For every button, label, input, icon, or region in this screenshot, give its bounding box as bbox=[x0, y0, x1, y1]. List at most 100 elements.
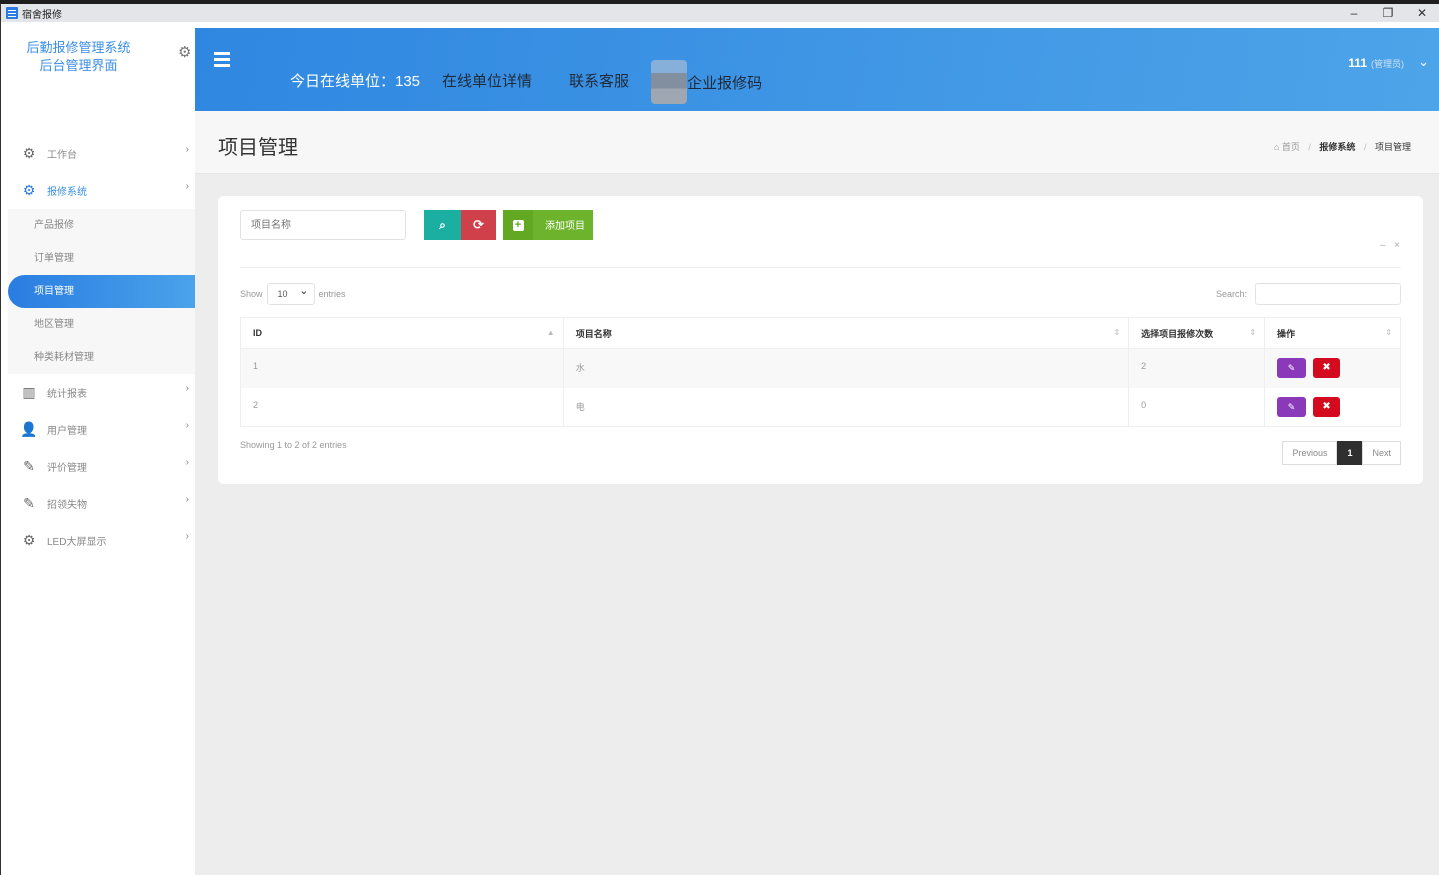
table-info: Showing 1 to 2 of 2 entries bbox=[240, 440, 347, 450]
app-window: 宿舍报修 – ❐ ✕ 后勤报修管理系统 后台管理界面 ⚙ ⚙ 工作台 › ⚙ 报… bbox=[0, 4, 1439, 875]
sidebar-item-repair-system[interactable]: ⚙ 报修系统 › bbox=[1, 172, 195, 209]
delete-button[interactable]: ✖ bbox=[1313, 396, 1341, 417]
minimize-button[interactable]: – bbox=[1337, 4, 1371, 22]
table-header-row: ID ▲ 项目名称 ⇕ 选择项目报修次数 ⇕ 操作 ⇕ bbox=[240, 317, 1401, 349]
refresh-button[interactable]: ⟳ bbox=[461, 210, 496, 240]
user-menu[interactable]: 111 (管理员) bbox=[1348, 56, 1404, 70]
main-content: ⌕ ⟳ + 添加项目 – × Show 10 entries Search: bbox=[195, 174, 1439, 875]
sort-icon: ⇕ bbox=[1385, 328, 1392, 337]
submenu-item-project-management[interactable]: 项目管理 bbox=[8, 275, 195, 308]
close-window-button[interactable]: ✕ bbox=[1405, 4, 1439, 22]
top-nav: 今日在线单位：135 在线单位详情 联系客服 企业报修码 bbox=[290, 56, 762, 104]
cell-actions: ✎ ✖ bbox=[1264, 387, 1401, 427]
sort-icon: ⇕ bbox=[1249, 328, 1257, 337]
table-search-input[interactable] bbox=[1255, 283, 1401, 305]
edit-button[interactable]: ✎ bbox=[1277, 358, 1307, 378]
settings-gear-icon[interactable]: ⚙ bbox=[178, 44, 191, 62]
breadcrumb-home[interactable]: 首页 bbox=[1282, 142, 1300, 152]
column-header-count[interactable]: 选择项目报修次数 ⇕ bbox=[1128, 317, 1266, 349]
sidebar-item-reviews[interactable]: ✎ 评价管理 › bbox=[1, 448, 195, 485]
add-project-button[interactable]: + 添加项目 bbox=[503, 210, 593, 240]
previous-page-button[interactable]: Previous bbox=[1282, 441, 1338, 465]
close-icon[interactable]: × bbox=[1394, 240, 1400, 251]
sidebar-submenu: 产品报修 订单管理 项目管理 地区管理 种类耗材管理 bbox=[8, 209, 195, 374]
chevron-right-icon: › bbox=[185, 144, 189, 155]
collapse-icon[interactable]: – bbox=[1380, 240, 1386, 251]
sidebar-item-lost-found[interactable]: ✎ 招领失物 › bbox=[1, 485, 195, 522]
submenu-item-consumables-management[interactable]: 种类耗材管理 bbox=[8, 341, 195, 374]
cogs-icon: ⚙ bbox=[22, 182, 36, 198]
sidebar-item-label: 统计报表 bbox=[47, 389, 87, 400]
cell-count: 2 bbox=[1128, 348, 1266, 388]
projects-table: ID ▲ 项目名称 ⇕ 选择项目报修次数 ⇕ 操作 ⇕ 1 水 2 ✎ ✖ 2 … bbox=[240, 317, 1401, 427]
column-header-actions[interactable]: 操作 ⇕ bbox=[1264, 317, 1401, 349]
sidebar-item-users[interactable]: 👤 用户管理 › bbox=[1, 411, 195, 448]
submenu-item-region-management[interactable]: 地区管理 bbox=[8, 308, 195, 341]
card-tools: – × bbox=[1374, 240, 1400, 251]
delete-button[interactable]: ✖ bbox=[1313, 358, 1341, 378]
sidebar-item-label: 报修系统 bbox=[47, 187, 87, 198]
submenu-item-order-management[interactable]: 订单管理 bbox=[8, 242, 195, 275]
delete-icon: ✖ bbox=[1322, 362, 1331, 373]
home-icon: ⌂ bbox=[1273, 142, 1280, 152]
contact-support-link[interactable]: 联系客服 bbox=[569, 70, 629, 91]
delete-icon: ✖ bbox=[1322, 400, 1331, 412]
restore-button[interactable]: ❐ bbox=[1371, 4, 1405, 22]
table-filter: Search: bbox=[1216, 283, 1401, 305]
cell-name: 水 bbox=[562, 348, 1130, 388]
chevron-right-icon: › bbox=[185, 420, 189, 431]
breadcrumb-separator: / bbox=[1308, 142, 1311, 152]
chevron-right-icon: › bbox=[185, 457, 189, 468]
breadcrumb-separator: / bbox=[1363, 142, 1367, 152]
online-units-detail-link[interactable]: 在线单位详情 bbox=[442, 70, 532, 91]
content-header: 项目管理 ⌂ 首页 / 报修系统 / 项目管理 bbox=[195, 111, 1439, 174]
edit-icon: ✎ bbox=[1287, 401, 1296, 412]
submenu-item-product-repair[interactable]: 产品报修 bbox=[8, 209, 195, 242]
edit-button[interactable]: ✎ bbox=[1277, 396, 1307, 417]
sidebar-item-label: 评价管理 bbox=[47, 463, 87, 474]
page-1-button[interactable]: 1 bbox=[1337, 441, 1363, 465]
chevron-right-icon: › bbox=[185, 383, 189, 394]
entries-select[interactable]: 10 bbox=[266, 281, 315, 305]
user-role: (管理员) bbox=[1371, 59, 1404, 69]
cogs-icon: ⚙ bbox=[22, 145, 36, 161]
cell-id: 2 bbox=[240, 387, 564, 427]
enterprise-qr-link[interactable]: 企业报修码 bbox=[651, 56, 762, 104]
table-row: 1 水 2 ✎ ✖ bbox=[240, 348, 1401, 388]
cell-actions: ✎ ✖ bbox=[1264, 348, 1401, 388]
brand: 后勤报修管理系统 后台管理界面 ⚙ bbox=[1, 22, 195, 115]
column-header-name[interactable]: 项目名称 ⇕ bbox=[562, 317, 1130, 349]
chevron-right-icon: › bbox=[185, 531, 189, 542]
next-page-button[interactable]: Next bbox=[1362, 441, 1401, 465]
chevron-right-icon: › bbox=[185, 494, 189, 505]
qr-code-image bbox=[651, 60, 688, 104]
edit-icon: ✎ bbox=[23, 458, 35, 474]
edit-icon: ✎ bbox=[1287, 363, 1296, 373]
sidebar-item-statistics[interactable]: ▥ 统计报表 › bbox=[1, 374, 195, 411]
title-bar: 宿舍报修 – ❐ ✕ bbox=[1, 4, 1439, 22]
project-name-input[interactable] bbox=[240, 210, 406, 240]
pagination: Previous 1 Next bbox=[1282, 441, 1401, 465]
chevron-down-icon[interactable]: ⌄ bbox=[1418, 54, 1429, 70]
page-title: 项目管理 bbox=[218, 137, 298, 159]
menu-toggle-icon[interactable] bbox=[214, 52, 230, 70]
sidebar-item-label: LED大屏显示 bbox=[47, 537, 107, 548]
divider bbox=[240, 267, 1401, 268]
length-suffix: entries bbox=[318, 289, 346, 299]
sort-icon: ⇕ bbox=[1113, 328, 1121, 337]
bar-chart-icon: ▥ bbox=[22, 384, 36, 400]
cell-count: 0 bbox=[1128, 387, 1266, 427]
refresh-icon: ⟳ bbox=[473, 217, 484, 232]
length-prefix: Show bbox=[240, 289, 263, 299]
entries-length: Show 10 entries bbox=[240, 281, 346, 305]
sidebar-item-led-display[interactable]: ⚙ LED大屏显示 › bbox=[1, 522, 195, 559]
plus-square-icon: + bbox=[512, 219, 524, 231]
cell-id: 1 bbox=[240, 348, 564, 388]
column-header-id[interactable]: ID ▲ bbox=[240, 317, 564, 349]
brand-subtitle: 后台管理界面 bbox=[39, 58, 118, 73]
search-icon: ⌕ bbox=[439, 218, 446, 232]
search-button[interactable]: ⌕ bbox=[424, 210, 461, 240]
sidebar-item-workbench[interactable]: ⚙ 工作台 › bbox=[1, 135, 195, 172]
table-row: 2 电 0 ✎ ✖ bbox=[240, 387, 1401, 427]
breadcrumb-parent[interactable]: 报修系统 bbox=[1319, 142, 1355, 152]
